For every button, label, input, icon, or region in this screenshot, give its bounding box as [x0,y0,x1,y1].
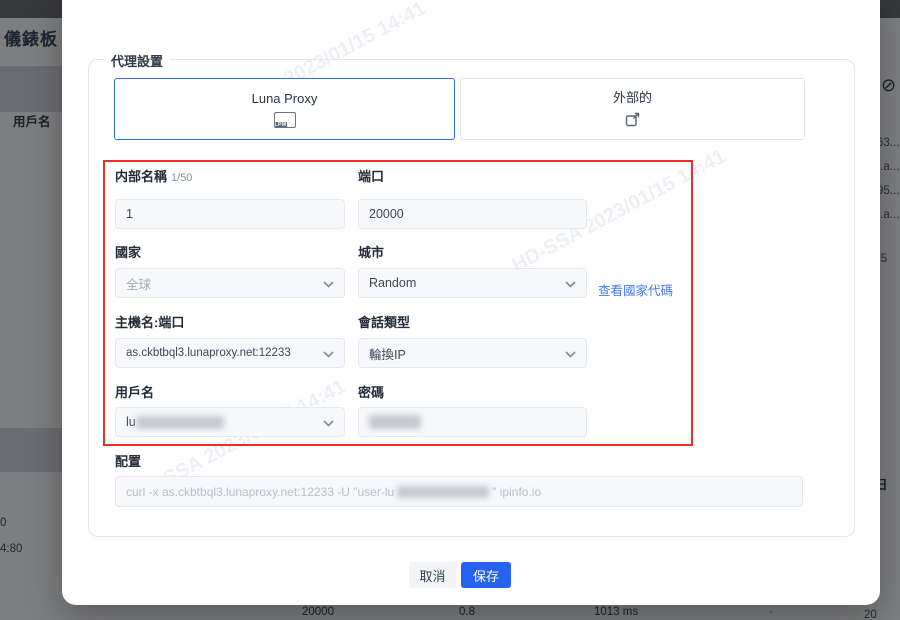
provider-card-label: Luna Proxy [252,91,318,106]
password-label: 密碼 [358,382,384,401]
city-label: 城市 [358,242,384,261]
fieldset-legend: 代理設置 [104,51,170,70]
char-counter: 1/50 [171,172,192,184]
host-port-select[interactable]: as.ckbtbql3.lunaproxy.net:12233 [115,338,345,368]
username-label: 用戶名 [115,382,154,401]
chevron-down-icon [565,281,576,288]
external-link-icon [625,112,640,132]
screen: 儀錶板 用戶名 計 ⊘ 機名 6.163... mtp.a... 7.195..… [0,0,900,620]
chevron-down-icon [323,281,334,288]
redacted-password [369,415,421,429]
lpm-badge-icon: LPM [274,112,296,128]
chevron-down-icon [323,351,334,358]
country-label: 國家 [115,242,141,261]
provider-card-external[interactable]: 外部的 [460,78,805,140]
session-type-select[interactable]: 輪換IP [358,338,587,368]
config-label: 配置 [115,451,141,470]
chevron-down-icon [565,351,576,358]
city-select[interactable]: Random [358,268,587,298]
internal-name-label: 内部名稱1/50 [115,166,192,185]
redacted-username [136,416,224,429]
username-select[interactable]: lu [115,407,345,437]
redacted-config-credentials [397,486,489,498]
save-button[interactable]: 保存 [461,562,511,588]
port-label: 端口 [358,166,384,185]
config-input[interactable]: curl -x as.ckbtbql3.lunaproxy.net:12233 … [115,476,803,507]
cancel-button[interactable]: 取消 [409,562,456,588]
password-input[interactable] [358,407,587,437]
provider-card-luna[interactable]: Luna Proxy LPM [114,78,455,140]
provider-card-label: 外部的 [613,87,652,106]
port-input[interactable]: 20000 [358,199,587,229]
view-country-codes-link[interactable]: 查看國家代碼 [598,280,673,299]
host-port-label: 主機名:端口 [115,312,184,331]
internal-name-input[interactable]: 1 [115,199,345,229]
country-select[interactable]: 全球 [115,268,345,298]
chevron-down-icon [323,420,334,427]
session-type-label: 會話類型 [358,312,410,331]
